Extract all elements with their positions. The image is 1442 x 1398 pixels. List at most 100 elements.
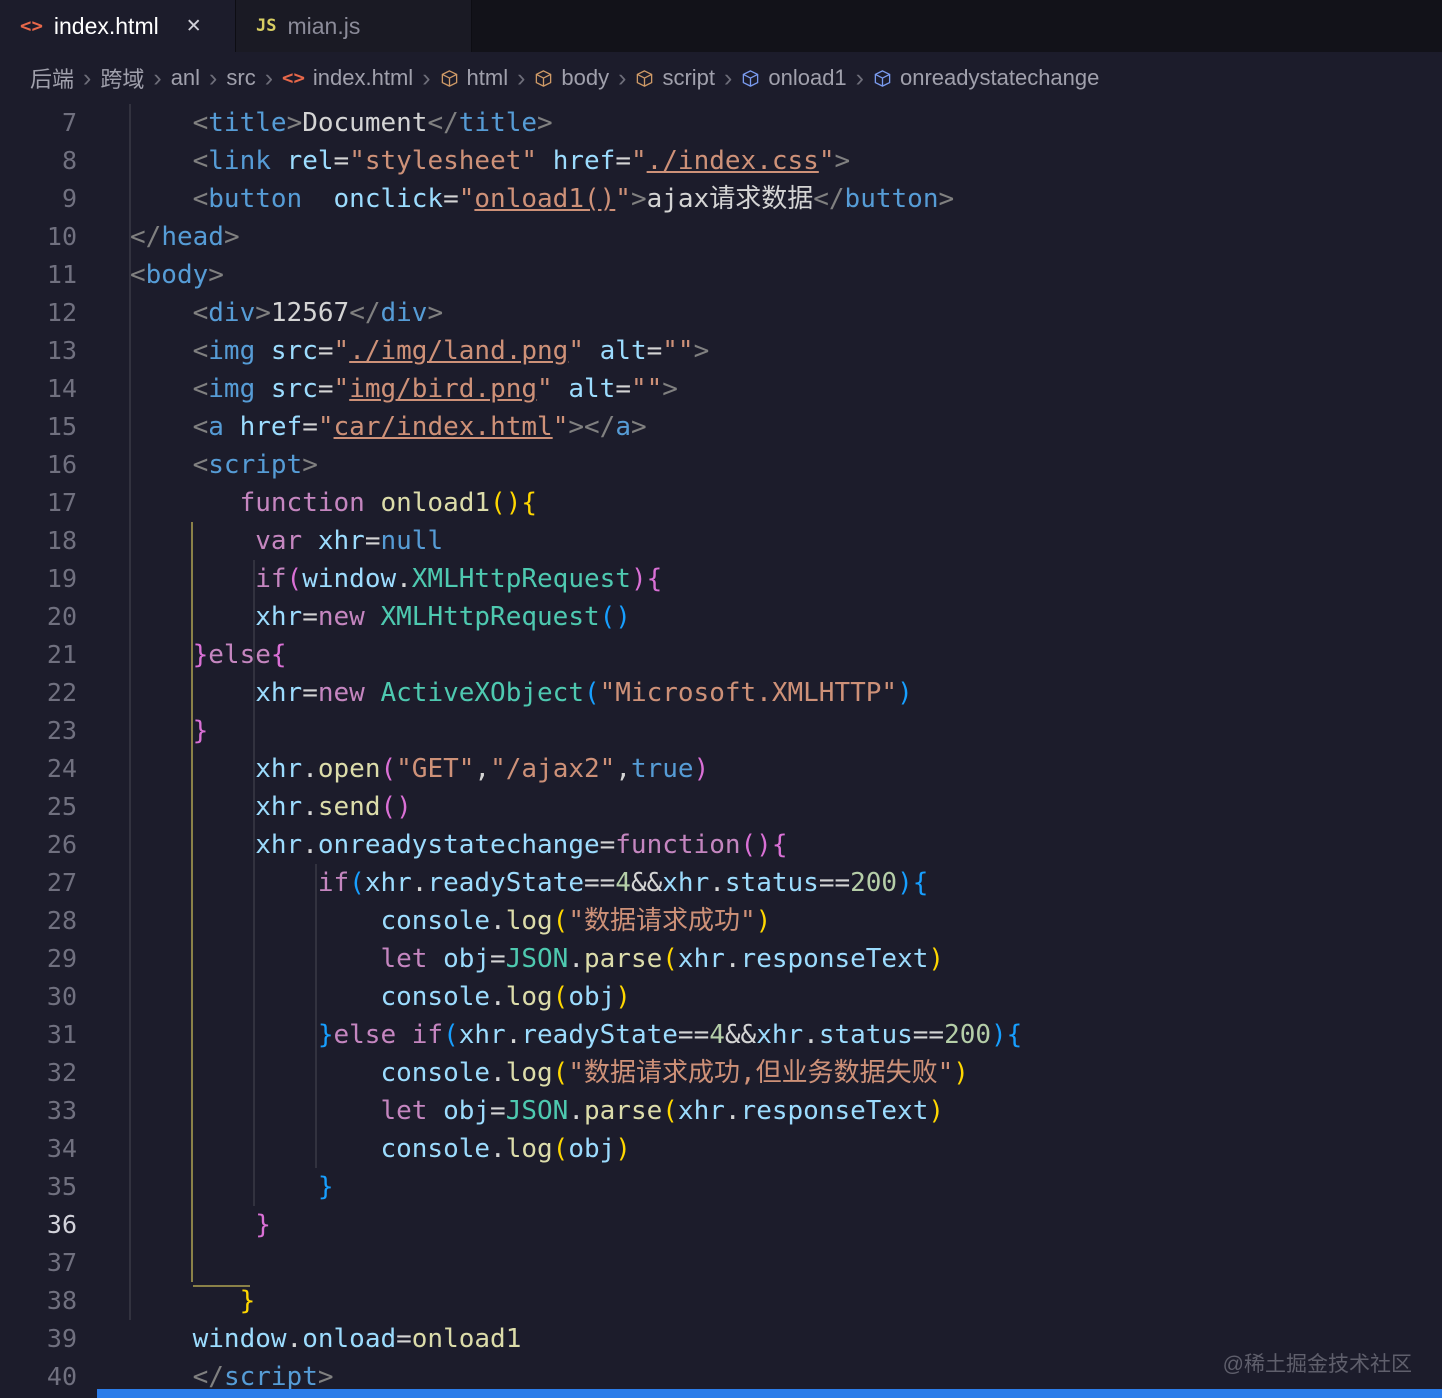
code-token: < [192,374,209,404]
line-number[interactable]: 19 [0,560,77,598]
code-line[interactable]: 36 } [0,1206,1442,1244]
code-line[interactable]: 18 var xhr=null [0,522,1442,560]
code-token: ) [897,678,913,708]
code-token: if [317,868,350,898]
line-number[interactable]: 18 [0,522,77,560]
breadcrumb-item[interactable]: onload1 [741,65,847,91]
code-line[interactable]: 28 console.log("数据请求成功") [0,902,1442,940]
line-number[interactable]: 17 [0,484,77,522]
code-line[interactable]: 12 <div>12567</div> [0,294,1442,332]
line-number[interactable]: 15 [0,408,77,446]
code-line[interactable]: 16 <script> [0,446,1442,484]
code-line[interactable]: 37 [0,1244,1442,1282]
code-line[interactable]: 9 <button onclick="onload1()">ajax请求数据</… [0,180,1442,218]
code-line[interactable]: 24 xhr.open("GET","/ajax2",true) [0,750,1442,788]
code-token: responseText [740,944,929,974]
line-number[interactable]: 28 [0,902,77,940]
code-token: ( [662,944,678,974]
tab-index-html[interactable]: <> index.html ✕ [0,0,236,52]
code-line[interactable]: 30 console.log(obj) [0,978,1442,1016]
code-line[interactable]: 38 } [0,1282,1442,1320]
line-number[interactable]: 13 [0,332,77,370]
line-number[interactable]: 23 [0,712,77,750]
code-line[interactable]: 15 <a href="car/index.html"></a> [0,408,1442,446]
line-number[interactable]: 39 [0,1320,77,1358]
code-token: 4 [615,868,631,898]
close-tab-icon[interactable]: ✕ [186,15,202,38]
breadcrumb-item[interactable]: onreadystatechange [873,65,1099,91]
line-number[interactable]: 38 [0,1282,77,1320]
breadcrumb-item[interactable]: src [226,65,255,91]
code-line[interactable]: 7 <title>Document</title> [0,104,1442,142]
line-number[interactable]: 14 [0,370,77,408]
code-line[interactable]: 14 <img src="img/bird.png" alt=""> [0,370,1442,408]
code-line[interactable]: 19 if(window.XMLHttpRequest){ [0,560,1442,598]
line-number[interactable]: 8 [0,142,77,180]
line-number[interactable]: 35 [0,1168,77,1206]
line-number[interactable]: 24 [0,750,77,788]
code-line[interactable]: 26 xhr.onreadystatechange=function(){ [0,826,1442,864]
code-line[interactable]: 22 xhr=new ActiveXObject("Microsoft.XMLH… [0,674,1442,712]
code-line[interactable]: 27 if(xhr.readyState==4&&xhr.status==200… [0,864,1442,902]
line-number[interactable]: 40 [0,1358,77,1396]
code-line[interactable]: 17 function onload1(){ [0,484,1442,522]
line-number[interactable]: 37 [0,1244,77,1282]
code-token: ) [928,1096,945,1126]
line-number[interactable]: 36 [0,1206,77,1244]
line-number[interactable]: 29 [0,940,77,978]
breadcrumb-item[interactable]: anl [171,65,200,91]
line-number[interactable]: 30 [0,978,77,1016]
code-line[interactable]: 13 <img src="./img/land.png" alt=""> [0,332,1442,370]
code-line[interactable]: 29 let obj=JSON.parse(xhr.responseText) [0,940,1442,978]
code-line[interactable]: 21 }else{ [0,636,1442,674]
code-brackets-icon: <> [282,67,305,89]
code-line[interactable]: 23 } [0,712,1442,750]
line-number[interactable]: 9 [0,180,77,218]
code-token: if [255,564,287,594]
code-text: } [77,1206,271,1244]
code-token: ( [583,678,600,708]
tab-mian-js[interactable]: JS mian.js [236,0,472,52]
line-number[interactable]: 16 [0,446,77,484]
line-number[interactable]: 32 [0,1054,77,1092]
breadcrumb-item[interactable]: 跨域 [100,62,144,94]
line-number[interactable]: 11 [0,256,77,294]
code-line[interactable]: 35 } [0,1168,1442,1206]
line-number[interactable]: 12 [0,294,77,332]
breadcrumb-item[interactable]: 后端 [30,62,74,94]
line-number[interactable]: 31 [0,1016,77,1054]
code-token: = [443,184,459,214]
code-line[interactable]: 8 <link rel="stylesheet" href="./index.c… [0,142,1442,180]
code-token: (){ [740,830,788,860]
code-line[interactable]: 32 console.log("数据请求成功,但业务数据失败") [0,1054,1442,1092]
code-line[interactable]: 20 xhr=new XMLHttpRequest() [0,598,1442,636]
code-token: "/ajax2" [490,754,616,784]
line-number[interactable]: 34 [0,1130,77,1168]
line-number[interactable]: 26 [0,826,77,864]
line-number[interactable]: 25 [0,788,77,826]
code-line[interactable]: 11 <body> [0,256,1442,294]
breadcrumb-item[interactable]: <> index.html [282,65,413,91]
code-line[interactable]: 10 </head> [0,218,1442,256]
code-line[interactable]: 34 console.log(obj) [0,1130,1442,1168]
chevron-right-icon: › [264,63,274,92]
line-number[interactable]: 20 [0,598,77,636]
code-line[interactable]: 25 xhr.send() [0,788,1442,826]
line-number[interactable]: 27 [0,864,77,902]
code-token: log [505,906,553,936]
code-line[interactable]: 33 let obj=JSON.parse(xhr.responseText) [0,1092,1442,1130]
breadcrumb-item[interactable]: html [440,65,508,91]
line-number[interactable]: 10 [0,218,77,256]
line-number[interactable]: 33 [0,1092,77,1130]
breadcrumb-item[interactable]: script [635,65,715,91]
line-number[interactable]: 7 [0,104,77,142]
code-line[interactable]: 31 }else if(xhr.readyState==4&&xhr.statu… [0,1016,1442,1054]
line-number[interactable]: 22 [0,674,77,712]
line-number[interactable]: 21 [0,636,77,674]
breadcrumb-item[interactable]: body [534,65,609,91]
code-text: } [77,712,209,750]
code-token: > [208,260,224,290]
